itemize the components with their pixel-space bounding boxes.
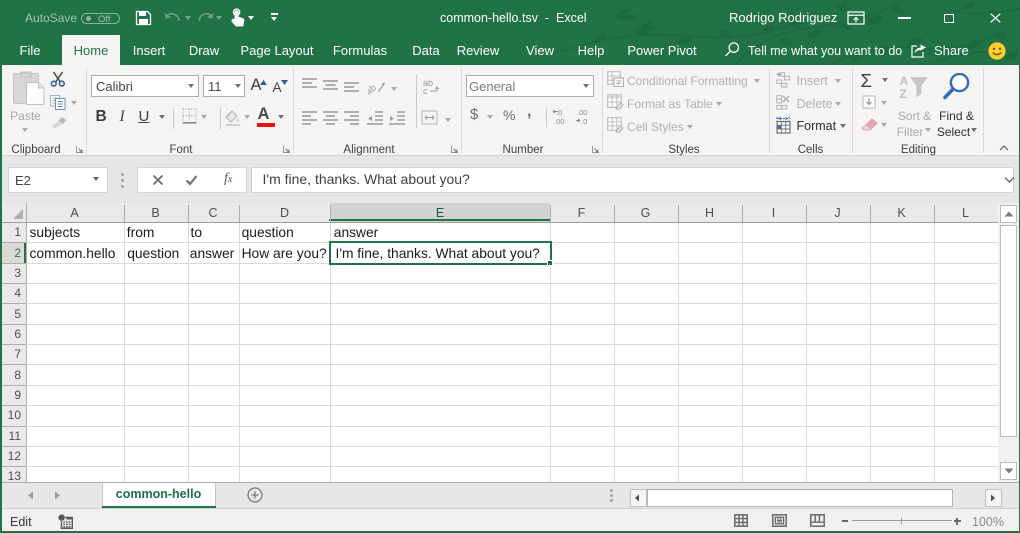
svg-text:ab: ab [368,82,379,95]
svg-text:.0: .0 [581,117,587,125]
svg-text:.0: .0 [556,108,562,117]
svg-text:c: c [423,86,428,95]
svg-text:.00: .00 [554,117,564,125]
svg-text:.00: .00 [577,108,587,117]
